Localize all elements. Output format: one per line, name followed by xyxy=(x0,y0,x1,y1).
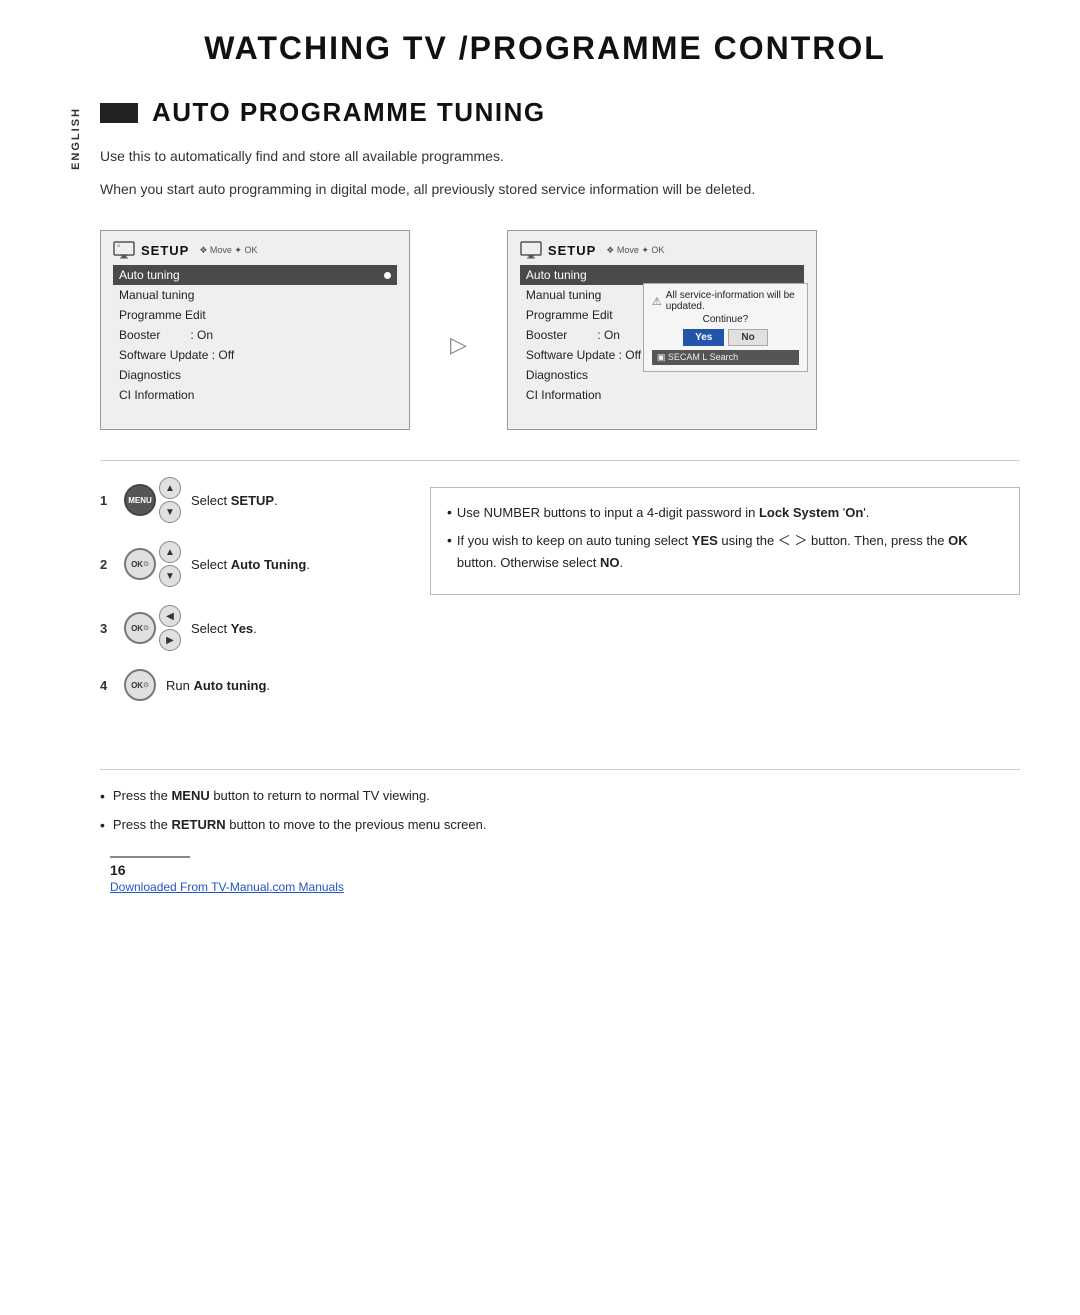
menu-item-auto-tuning-left: Auto tuning xyxy=(113,265,397,285)
menu-item-ci-information-right: CI Information xyxy=(520,385,804,405)
down-button-1: ▼ xyxy=(159,501,181,523)
step-3-row: 3 OK⊙ ◀ ▶ Select Yes. xyxy=(100,605,400,651)
menu-button: MENU xyxy=(124,484,156,516)
step-1-number: 1 xyxy=(100,493,114,508)
ok-button-2: OK⊙ xyxy=(124,548,156,580)
step-2-buttons: OK⊙ ▲ ▼ xyxy=(124,541,181,587)
bottom-note-1-text: Press the MENU button to return to norma… xyxy=(113,786,430,806)
menu-item-manual-tuning-left: Manual tuning xyxy=(113,285,397,305)
setup-title-left: SETUP xyxy=(141,243,189,258)
dialog-question: Continue? xyxy=(652,314,799,325)
bottom-note-1: • Press the MENU button to return to nor… xyxy=(100,786,1020,807)
warning-text: When you start auto programming in digit… xyxy=(100,179,1020,200)
step-2-row: 2 OK⊙ ▲ ▼ Select Auto Tuning. xyxy=(100,541,400,587)
right-bullet-2-text: If you wish to keep on auto tuning selec… xyxy=(457,530,1003,574)
section-black-bar xyxy=(100,103,138,123)
warning-icon: ⚠ xyxy=(652,295,662,308)
step-2-number: 2 xyxy=(100,557,114,572)
step-1-desc: Select SETUP. xyxy=(191,493,278,508)
intro-text: Use this to automatically find and store… xyxy=(100,146,1020,167)
menu-item-ci-information-left: CI Information xyxy=(113,385,397,405)
steps-left: 1 MENU ▲ ▼ Select SETUP. 2 xyxy=(100,477,400,719)
steps-row: 1 MENU ▲ ▼ Select SETUP. 2 xyxy=(100,477,1020,719)
dialog-yes-button[interactable]: Yes xyxy=(683,329,724,346)
setup-nav-hint-right: ❖ Move ✦ OK xyxy=(606,245,664,256)
bottom-note-2-text: Press the RETURN button to move to the p… xyxy=(113,815,487,835)
bottom-bullet-1: • xyxy=(100,786,105,807)
right-button-3: ▶ xyxy=(159,629,181,651)
step-1-row: 1 MENU ▲ ▼ Select SETUP. xyxy=(100,477,400,523)
menu-item-auto-tuning-right: Auto tuning xyxy=(520,265,804,285)
dialog-title: ⚠ All service-information will be update… xyxy=(652,290,799,312)
tv-icon-left: ⊙ xyxy=(113,241,135,259)
step-4-number: 4 xyxy=(100,678,114,693)
svg-text:⊙: ⊙ xyxy=(117,243,120,248)
step-4-buttons: OK⊙ xyxy=(124,669,156,701)
step-3-number: 3 xyxy=(100,621,114,636)
section-divider xyxy=(100,460,1020,461)
ok-button-3: OK⊙ xyxy=(124,612,156,644)
right-bullet-1: • Use NUMBER buttons to input a 4-digit … xyxy=(447,502,1003,524)
tv-screen-right: SETUP ❖ Move ✦ OK Auto tuning Manual tun… xyxy=(507,230,817,430)
steps-right-panel: • Use NUMBER buttons to input a 4-digit … xyxy=(430,487,1020,595)
section-heading: AUTO PROGRAMME TUNING xyxy=(152,97,546,128)
page-number: 16 xyxy=(110,862,126,878)
secam-bar: ▣ SECAM L Search xyxy=(652,350,799,365)
screenshots-row: ⊙ SETUP ❖ Move ✦ OK Auto tuning Manual t… xyxy=(100,230,1020,430)
step-3-buttons: OK⊙ ◀ ▶ xyxy=(124,605,181,651)
ok-button-4: OK⊙ xyxy=(124,669,156,701)
page-link[interactable]: Downloaded From TV-Manual.com Manuals xyxy=(110,880,344,894)
menu-item-software-update-left: Software Update : Off xyxy=(113,345,397,365)
page-number-area: 16 Downloaded From TV-Manual.com Manuals xyxy=(100,856,1020,894)
setup-nav-hint-left: ❖ Move ✦ OK xyxy=(199,245,257,256)
step-4-row: 4 OK⊙ Run Auto tuning. xyxy=(100,669,400,701)
step-4-desc: Run Auto tuning. xyxy=(166,678,270,693)
bullet-icon-2: • xyxy=(447,530,452,551)
dialog-buttons: Yes No xyxy=(652,329,799,346)
tv-screen-left: ⊙ SETUP ❖ Move ✦ OK Auto tuning Manual t… xyxy=(100,230,410,430)
tv-icon-right xyxy=(520,241,542,259)
dialog-message: All service-information will be updated. xyxy=(666,290,799,312)
bottom-notes: • Press the MENU button to return to nor… xyxy=(100,769,1020,836)
menu-item-programme-edit-left: Programme Edit xyxy=(113,305,397,325)
up-button-1: ▲ xyxy=(159,477,181,499)
step-2-desc: Select Auto Tuning. xyxy=(191,557,310,572)
right-bullet-2: • If you wish to keep on auto tuning sel… xyxy=(447,530,1003,574)
setup-title-right: SETUP xyxy=(548,243,596,258)
sidebar-label: ENGLISH xyxy=(70,107,82,170)
main-title: WATCHING TV /PROGRAMME CONTROL xyxy=(70,30,1020,67)
down-button-2: ▼ xyxy=(159,565,181,587)
right-bullet-1-text: Use NUMBER buttons to input a 4-digit pa… xyxy=(457,502,869,524)
step-3-desc: Select Yes. xyxy=(191,621,257,636)
step-1-buttons: MENU ▲ ▼ xyxy=(124,477,181,523)
up-button-2: ▲ xyxy=(159,541,181,563)
dialog-no-button[interactable]: No xyxy=(728,329,767,346)
bottom-bullet-2: • xyxy=(100,815,105,836)
dialog-popup: ⚠ All service-information will be update… xyxy=(643,283,808,372)
left-button-3: ◀ xyxy=(159,605,181,627)
menu-item-booster-left: Booster : On xyxy=(113,325,397,345)
bullet-icon-1: • xyxy=(447,502,452,523)
bottom-note-2: • Press the RETURN button to move to the… xyxy=(100,815,1020,836)
arrow-between-screens: ▷ xyxy=(450,332,467,358)
menu-item-diagnostics-left: Diagnostics xyxy=(113,365,397,385)
page-divider xyxy=(110,856,190,858)
